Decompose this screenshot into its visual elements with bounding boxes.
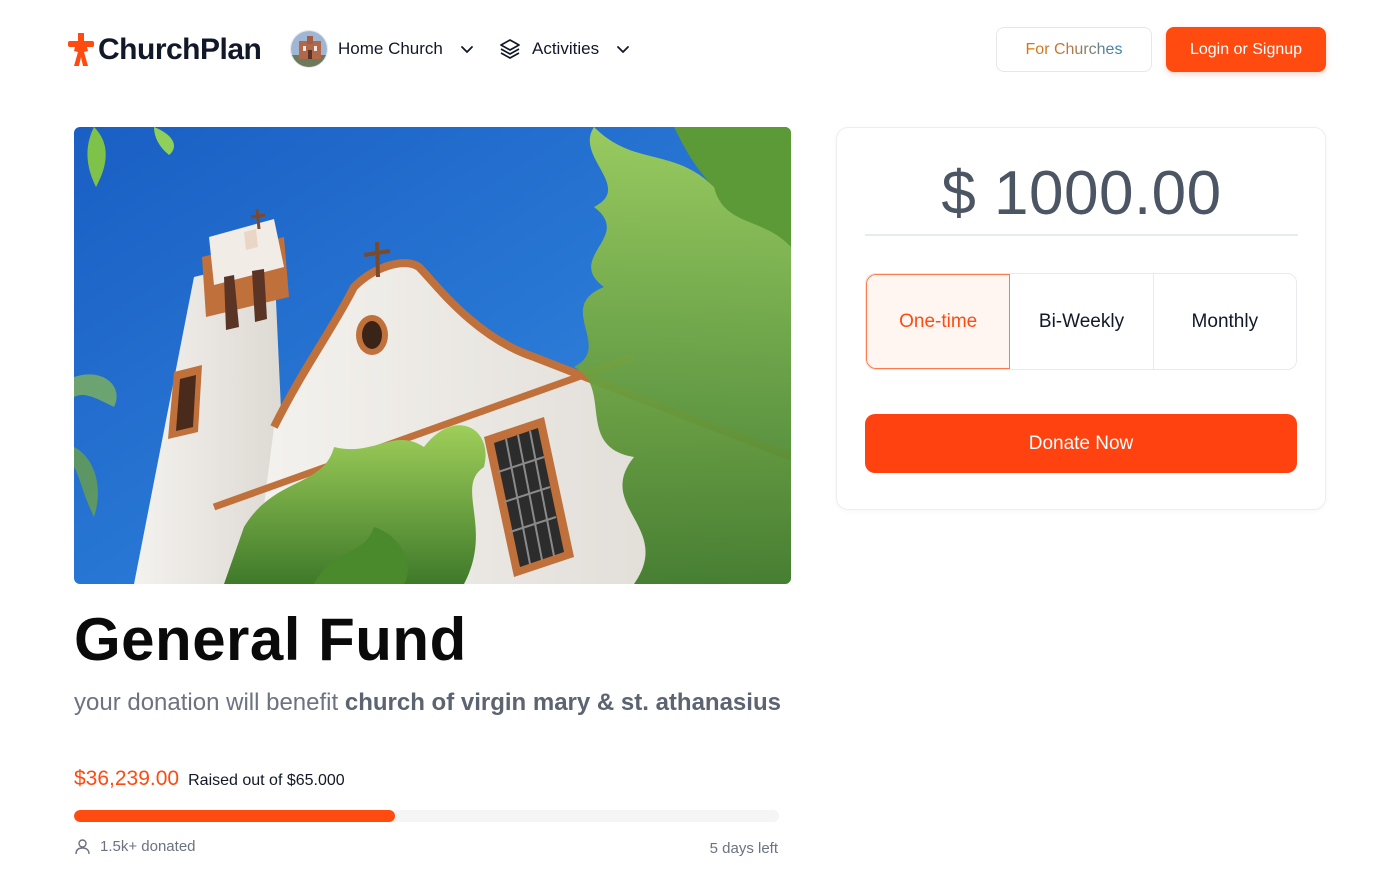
activities-dropdown[interactable]: Activities [498, 30, 631, 68]
chevron-down-icon [617, 46, 629, 53]
days-left: 5 days left [709, 840, 778, 857]
user-icon [75, 839, 90, 855]
subtitle-prefix: your donation will benefit [74, 689, 345, 716]
raised-amount: $36,239.00 [74, 767, 180, 790]
activities-label: Activities [532, 39, 600, 58]
chevron-down-icon [460, 46, 473, 53]
beneficiary-name: church of virgin mary & st. athanasius [344, 689, 781, 716]
frequency-selector: One-time Bi-Weekly Monthly [865, 273, 1297, 370]
raised-goal: Raised out of $65.000 [188, 772, 345, 789]
fundraising-progress-bar [74, 810, 779, 822]
for-churches-button[interactable]: For Churches [996, 27, 1152, 72]
logo-person-icon [68, 33, 94, 66]
amount-underline [865, 234, 1298, 236]
donate-now-button[interactable]: Donate Now [865, 414, 1297, 473]
home-church-label: Home Church [338, 39, 443, 58]
raised-summary: $36,239.00 Raised out of $65.000 [74, 767, 345, 791]
donor-count: 1.5k+ donated [74, 838, 196, 855]
progress-fill [74, 810, 395, 822]
donation-card: $ 1000.00 One-time Bi-Weekly Monthly Don… [836, 127, 1326, 510]
church-avatar [290, 30, 328, 68]
top-header: ChurchPlan Home Church Activities For Ch… [0, 0, 1400, 100]
frequency-one-time[interactable]: One-time [866, 274, 1011, 369]
logo-text: ChurchPlan [98, 33, 262, 66]
donation-amount-input[interactable]: $ 1000.00 [865, 158, 1298, 229]
home-church-dropdown[interactable]: Home Church [290, 30, 475, 68]
churchplan-logo[interactable]: ChurchPlan [66, 30, 262, 70]
frequency-bi-weekly[interactable]: Bi-Weekly [1010, 274, 1154, 369]
layers-icon [500, 39, 520, 59]
donor-count-label: 1.5k+ donated [100, 838, 196, 855]
fund-hero-image [74, 127, 791, 584]
login-signup-button[interactable]: Login or Signup [1166, 27, 1326, 72]
frequency-monthly[interactable]: Monthly [1153, 274, 1296, 369]
fund-subtitle: your donation will benefit church of vir… [74, 689, 781, 717]
for-churches-label: For Churches [1025, 40, 1123, 58]
fund-title: General Fund [74, 606, 467, 673]
